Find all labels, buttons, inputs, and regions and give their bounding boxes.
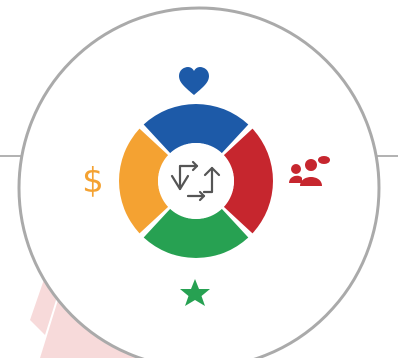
center-circle (158, 143, 234, 219)
dollar-icon: $ (82, 161, 104, 201)
cycle-diagram: $ (0, 6, 398, 358)
